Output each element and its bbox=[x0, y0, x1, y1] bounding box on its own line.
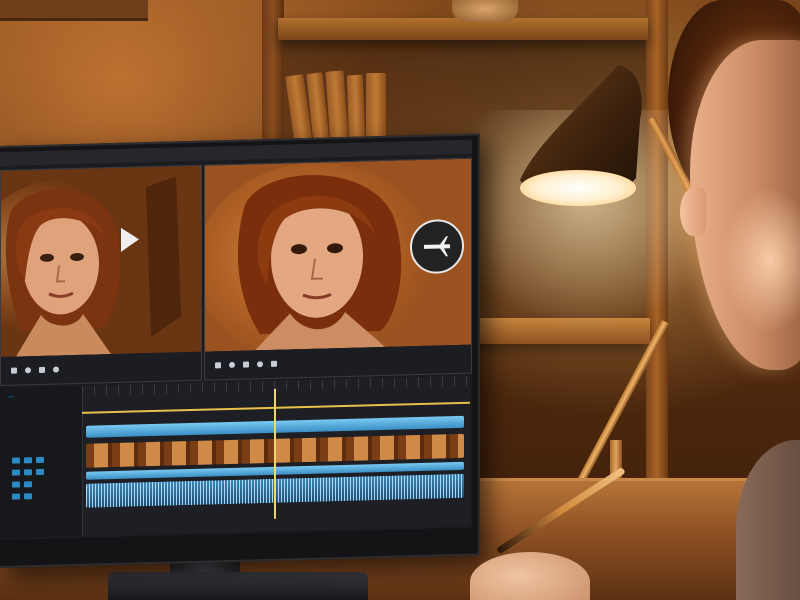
track-toggle[interactable] bbox=[12, 457, 20, 464]
wall-picture-frame bbox=[0, 0, 148, 21]
track-toggle[interactable] bbox=[24, 493, 32, 500]
source-video-frame bbox=[1, 165, 201, 357]
source-transport-controls bbox=[1, 351, 201, 385]
portrait-video-frame bbox=[1, 165, 201, 357]
track-toggle[interactable] bbox=[24, 481, 32, 488]
person-nose bbox=[680, 188, 706, 236]
program-preview-panel[interactable] bbox=[204, 157, 472, 381]
loop-icon[interactable] bbox=[257, 361, 263, 368]
monitor bbox=[0, 133, 480, 568]
track-toggle[interactable] bbox=[24, 457, 32, 464]
export-frame-icon[interactable] bbox=[271, 360, 277, 367]
step-forward-icon[interactable] bbox=[243, 361, 249, 368]
track-toggle[interactable] bbox=[12, 469, 20, 476]
timeline-marker-line bbox=[82, 401, 470, 414]
play-icon[interactable] bbox=[25, 367, 31, 374]
step-back-icon[interactable] bbox=[215, 362, 221, 369]
track-toggle[interactable] bbox=[12, 481, 20, 488]
track-toggle[interactable] bbox=[12, 493, 20, 500]
track-label[interactable] bbox=[8, 395, 14, 398]
track-toggle[interactable] bbox=[36, 468, 44, 476]
step-forward-icon[interactable] bbox=[39, 366, 45, 373]
track-toggle[interactable] bbox=[24, 469, 32, 476]
shelf-books bbox=[285, 70, 400, 146]
shelf-jar bbox=[452, 0, 518, 22]
timeline-panel[interactable] bbox=[0, 375, 470, 538]
track-toggle[interactable] bbox=[36, 456, 44, 464]
video-editor-screen bbox=[0, 139, 472, 540]
program-transport-controls bbox=[205, 344, 471, 380]
lamp-shade bbox=[520, 65, 642, 206]
source-preview-panel[interactable] bbox=[0, 164, 202, 386]
photo-scene bbox=[0, 0, 800, 600]
timeline-playhead[interactable] bbox=[274, 388, 276, 519]
track-header-panel bbox=[0, 385, 83, 538]
program-video-frame bbox=[205, 158, 471, 352]
mark-in-icon[interactable] bbox=[53, 366, 59, 373]
play-icon[interactable] bbox=[229, 361, 235, 369]
monitor-stand-base bbox=[108, 572, 368, 600]
play-icon bbox=[424, 236, 450, 257]
step-back-icon[interactable] bbox=[11, 367, 17, 374]
